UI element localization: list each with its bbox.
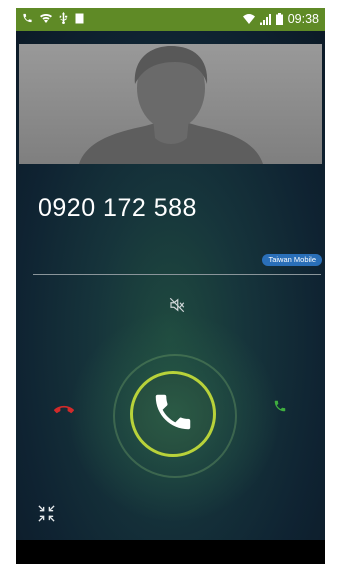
status-system: 09:38 bbox=[242, 11, 319, 27]
decline-button[interactable] bbox=[54, 403, 74, 421]
phone-handset-icon bbox=[150, 389, 196, 440]
caller-number: 0920 172 588 bbox=[38, 194, 197, 222]
wifi-icon bbox=[40, 13, 52, 24]
caller-photo bbox=[19, 44, 322, 164]
wifi-icon bbox=[242, 14, 255, 24]
accept-hint bbox=[273, 399, 287, 418]
divider bbox=[33, 274, 321, 275]
status-bar: 09:38 bbox=[16, 8, 325, 31]
answer-button[interactable] bbox=[130, 371, 216, 457]
image-icon bbox=[75, 13, 84, 24]
status-notifications bbox=[22, 12, 84, 24]
navigation-bar bbox=[16, 540, 325, 564]
carrier-badge: Taiwan Mobile bbox=[262, 254, 322, 266]
status-time: 09:38 bbox=[287, 12, 319, 26]
signal-icon bbox=[259, 13, 271, 25]
incoming-call-screen: 0920 172 588 Taiwan Mobile bbox=[16, 31, 325, 540]
phone-hangup-icon bbox=[54, 403, 74, 420]
minimize-arrows-icon[interactable] bbox=[37, 504, 56, 528]
phone-handset-icon bbox=[273, 400, 287, 417]
phone-icon bbox=[22, 12, 33, 24]
phone-screen: 09:38 0920 172 588 Taiwan Mobile bbox=[16, 8, 325, 564]
battery-icon bbox=[275, 13, 283, 25]
usb-icon bbox=[59, 12, 68, 24]
